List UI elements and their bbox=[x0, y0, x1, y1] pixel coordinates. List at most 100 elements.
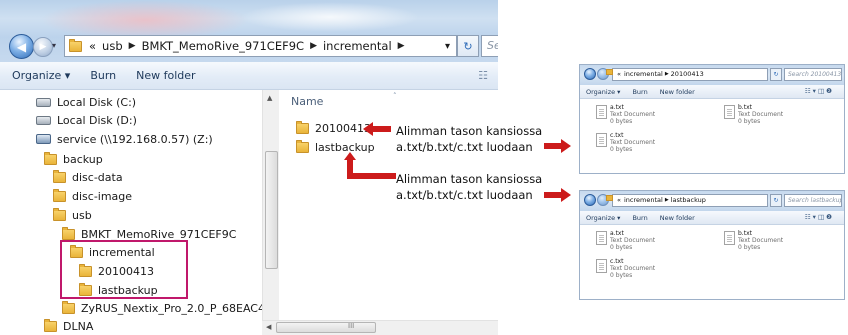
text-file-icon bbox=[596, 105, 607, 119]
scrollbar-thumb[interactable] bbox=[276, 322, 376, 333]
mini-address-bar[interactable]: « incremental ▶ 20100413 bbox=[612, 68, 768, 81]
breadcrumb-usb[interactable]: usb bbox=[99, 39, 126, 53]
explorer-window: ◀ ▶ ▾ « usb ▶ BMKT_MemoRive_971CEF9C ▶ i… bbox=[0, 0, 498, 335]
annotation-line: Alimman tason kansiossa bbox=[396, 172, 543, 186]
tree-item-disc-data[interactable]: disc-data bbox=[53, 168, 123, 186]
folder-icon bbox=[69, 38, 82, 52]
mini-toolbar: Organize ▾ Burn New folder ☷ ▾ ◫ ❷ bbox=[580, 211, 844, 225]
breadcrumb-incremental[interactable]: incremental bbox=[320, 39, 395, 53]
tree-item-backup[interactable]: backup bbox=[44, 150, 103, 168]
folder-icon bbox=[296, 121, 309, 134]
refresh-button[interactable]: ↻ bbox=[457, 35, 479, 57]
file-item-b-txt[interactable]: b.txt Text Document 0 bytes bbox=[738, 230, 783, 251]
breadcrumb-incremental[interactable]: incremental bbox=[621, 195, 663, 206]
column-header-name[interactable]: Name bbox=[291, 95, 323, 108]
new-folder-button[interactable]: New folder bbox=[654, 214, 701, 222]
folder-icon bbox=[44, 151, 57, 165]
forward-button[interactable]: ▶ bbox=[33, 37, 53, 57]
breadcrumb-separator-icon[interactable]: ▶ bbox=[307, 41, 320, 51]
folder-icon bbox=[44, 318, 57, 332]
mini-window-lastbackup: « incremental ▶ lastbackup ↻ Search last… bbox=[579, 190, 845, 300]
text-file-icon bbox=[596, 133, 607, 147]
file-item-a-txt[interactable]: a.txt Text Document 0 bytes bbox=[610, 230, 655, 251]
breadcrumb-20100413[interactable]: 20100413 bbox=[671, 69, 704, 80]
text-file-icon bbox=[724, 231, 735, 245]
folder-icon bbox=[296, 140, 309, 153]
breadcrumb-overflow[interactable]: « bbox=[86, 39, 99, 53]
breadcrumb-lastbackup[interactable]: lastbackup bbox=[671, 195, 706, 206]
refresh-icon[interactable]: ↻ bbox=[770, 68, 782, 81]
mini-address-bar[interactable]: « incremental ▶ lastbackup bbox=[612, 194, 768, 207]
annotation-arrow-right-1 bbox=[544, 139, 571, 153]
back-arrow-icon: ◀ bbox=[16, 39, 27, 54]
forward-arrow-icon: ▶ bbox=[39, 42, 47, 52]
scroll-up-arrow-icon[interactable]: ▲ bbox=[267, 94, 272, 102]
annotation-arrow-elbow bbox=[344, 152, 396, 179]
horizontal-scrollbar[interactable]: ◀ III bbox=[262, 320, 498, 335]
burn-button[interactable]: Burn bbox=[626, 214, 653, 222]
new-folder-button[interactable]: New folder bbox=[126, 69, 205, 82]
search-input[interactable]: Search lastbackup bbox=[784, 194, 842, 207]
organize-menu[interactable]: Organize ▾ bbox=[0, 69, 80, 82]
back-button[interactable]: ◀ bbox=[9, 34, 34, 59]
view-options-icon[interactable]: ☷ ▾ ◫ ❷ bbox=[799, 87, 838, 95]
refresh-icon[interactable]: ↻ bbox=[770, 194, 782, 207]
burn-button[interactable]: Burn bbox=[626, 88, 653, 96]
tree-item-zyrus[interactable]: ZyRUS_Nextix_Pro_2.0_P_68EAC447 bbox=[62, 299, 279, 317]
file-item-c-txt[interactable]: c.txt Text Document 0 bytes bbox=[610, 258, 655, 279]
breadcrumb-separator-icon[interactable]: ▶ bbox=[663, 195, 671, 206]
command-toolbar: Organize ▾ Burn New folder ☷ bbox=[0, 62, 498, 90]
search-input[interactable]: Search i bbox=[481, 35, 498, 57]
annotation-text-2: Alimman tason kansiossa a.txt/b.txt/c.tx… bbox=[396, 171, 542, 203]
folder-icon bbox=[606, 69, 613, 75]
text-file-icon bbox=[596, 259, 607, 273]
back-button[interactable] bbox=[584, 194, 596, 206]
annotation-arrow-right-2 bbox=[544, 188, 571, 202]
file-item-c-txt[interactable]: c.txt Text Document 0 bytes bbox=[610, 132, 655, 153]
view-options-icon[interactable]: ☷ ▾ ◫ ❷ bbox=[799, 213, 838, 221]
folder-icon bbox=[53, 169, 66, 183]
folder-icon bbox=[606, 195, 613, 201]
drive-icon bbox=[36, 115, 51, 125]
organize-menu[interactable]: Organize ▾ bbox=[580, 88, 626, 96]
breadcrumb-separator-icon[interactable]: ▶ bbox=[395, 41, 408, 51]
breadcrumb-separator-icon[interactable]: ▶ bbox=[663, 69, 671, 80]
text-file-icon bbox=[596, 231, 607, 245]
breadcrumb-bmkt[interactable]: BMKT_MemoRive_971CEF9C bbox=[139, 39, 308, 53]
address-bar[interactable]: « usb ▶ BMKT_MemoRive_971CEF9C ▶ increme… bbox=[64, 35, 457, 57]
tree-item-service-drive[interactable]: service (\\192.168.0.57) (Z:) bbox=[36, 130, 213, 148]
scrollbar-thumb[interactable] bbox=[265, 151, 278, 269]
file-item-20100413[interactable]: 20100413 bbox=[296, 121, 371, 135]
annotation-text-1: Alimman tason kansiossa a.txt/b.txt/c.tx… bbox=[396, 123, 542, 155]
mini-window-20100413: « incremental ▶ 20100413 ↻ Search 201004… bbox=[579, 64, 845, 174]
highlight-box bbox=[60, 240, 188, 299]
folder-icon bbox=[62, 226, 75, 240]
tree-item-dlna[interactable]: DLNA bbox=[44, 317, 93, 335]
refresh-icon: ↻ bbox=[463, 39, 473, 53]
text-file-icon bbox=[724, 105, 735, 119]
back-button[interactable] bbox=[584, 68, 596, 80]
burn-button[interactable]: Burn bbox=[80, 69, 126, 82]
drive-icon bbox=[36, 97, 51, 107]
new-folder-button[interactable]: New folder bbox=[654, 88, 701, 96]
file-item-a-txt[interactable]: a.txt Text Document 0 bytes bbox=[610, 104, 655, 125]
scroll-left-arrow-icon[interactable]: ◀ bbox=[266, 323, 271, 331]
tree-item-usb[interactable]: usb bbox=[53, 206, 92, 224]
tree-item-local-disk-d[interactable]: Local Disk (D:) bbox=[36, 111, 137, 129]
tree-item-local-disk-c[interactable]: Local Disk (C:) bbox=[36, 93, 136, 111]
tree-item-disc-image[interactable]: disc-image bbox=[53, 187, 132, 205]
view-options-icon[interactable]: ☷ bbox=[468, 69, 498, 82]
breadcrumb-incremental[interactable]: incremental bbox=[621, 69, 663, 80]
breadcrumb-separator-icon[interactable]: ▶ bbox=[126, 41, 139, 51]
folder-icon bbox=[62, 300, 75, 314]
annotation-line: a.txt/b.txt/c.txt luodaan bbox=[396, 140, 533, 154]
scrollbar-grip: III bbox=[348, 322, 355, 330]
address-dropdown-icon[interactable]: ▾ bbox=[445, 41, 456, 52]
organize-menu[interactable]: Organize ▾ bbox=[580, 214, 626, 222]
search-input[interactable]: Search 20100413 bbox=[784, 68, 842, 81]
annotation-line: a.txt/b.txt/c.txt luodaan bbox=[396, 188, 533, 202]
folder-icon bbox=[53, 207, 66, 221]
navigation-scrollbar[interactable]: ▲ ▼ bbox=[262, 90, 279, 335]
recent-pages-chevron-icon[interactable]: ▾ bbox=[52, 41, 56, 50]
file-item-b-txt[interactable]: b.txt Text Document 0 bytes bbox=[738, 104, 783, 125]
